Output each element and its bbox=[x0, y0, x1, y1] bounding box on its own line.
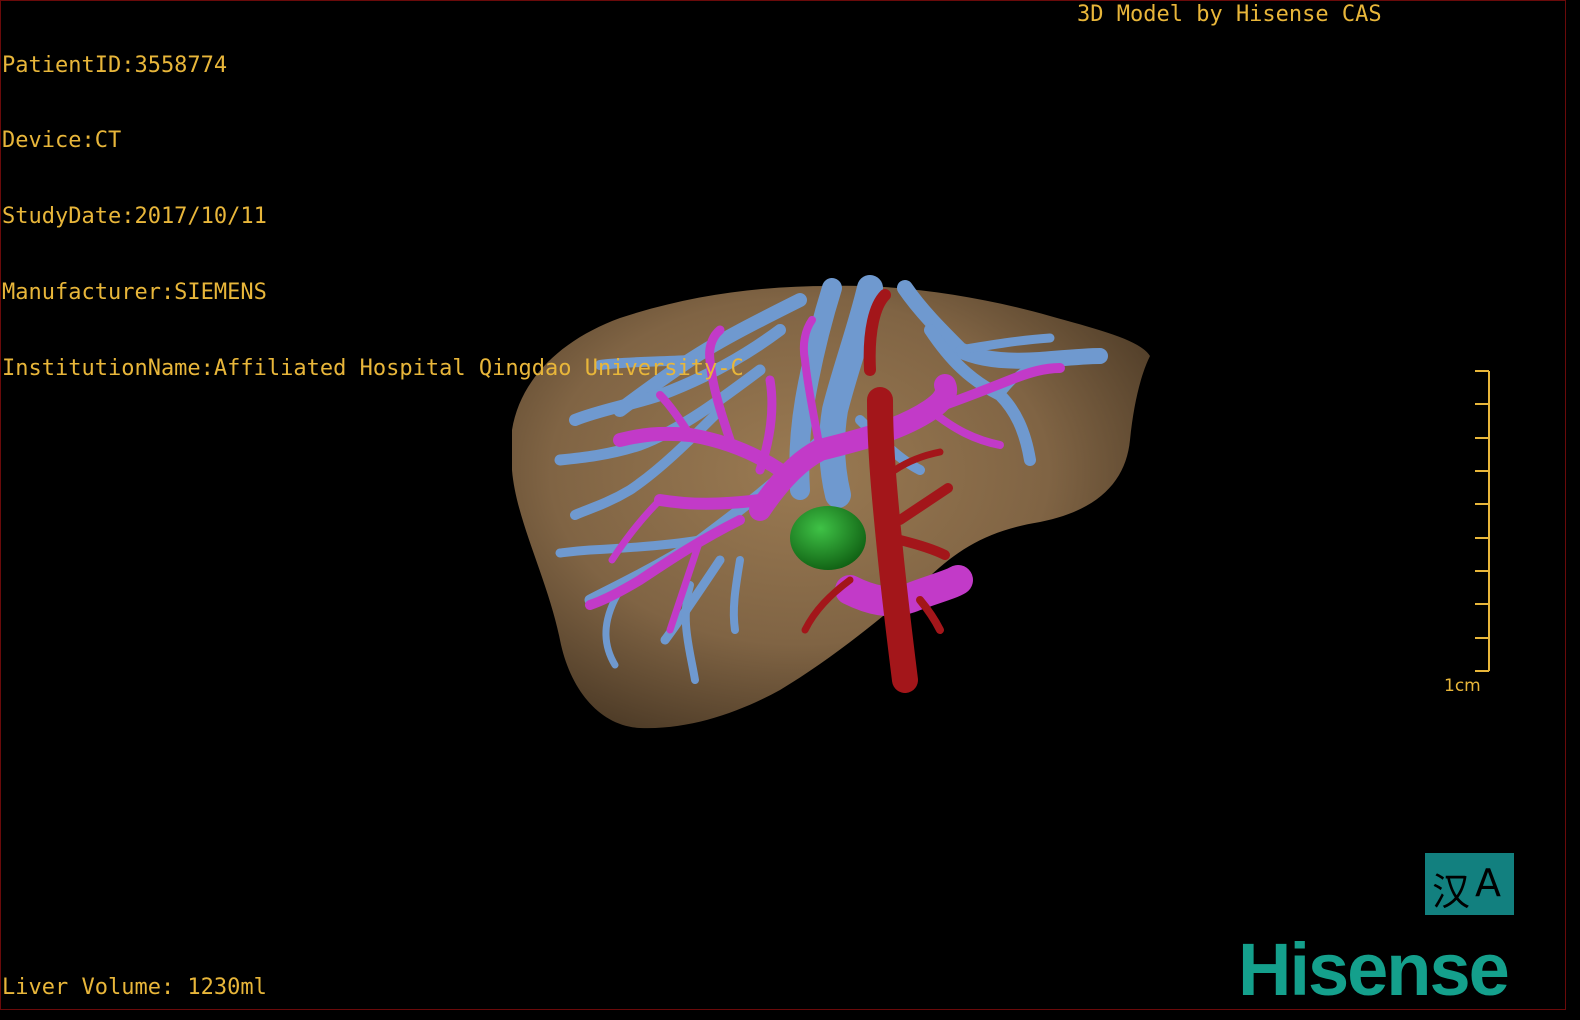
scale-bar-label: 1cm bbox=[1444, 676, 1481, 696]
manufacturer-text: Manufacturer:SIEMENS bbox=[2, 280, 267, 306]
patient-id-text: PatientID:3558774 bbox=[2, 52, 228, 78]
model-credit-text: 3D Model by Hisense CAS bbox=[1077, 2, 1382, 27]
dicom-info-overlay: PatientID:3558774 Device:CT StudyDate:20… bbox=[2, 2, 744, 407]
hisense-brand-logo: Hisense bbox=[1238, 928, 1510, 1011]
liver-volume-text: Liver Volume: 1230ml bbox=[2, 975, 267, 1000]
logo-glyph-right: A bbox=[1475, 861, 1501, 905]
device-text: Device:CT bbox=[2, 128, 122, 154]
tumor bbox=[790, 506, 866, 570]
study-date-text: StudyDate:2017/10/11 bbox=[2, 204, 267, 230]
language-logo-icon: 汉 A bbox=[1425, 853, 1514, 915]
institution-text: InstitutionName:Affiliated Hospital Qing… bbox=[2, 356, 744, 382]
logo-glyph-left: 汉 bbox=[1432, 870, 1471, 914]
scale-bar bbox=[1475, 370, 1490, 672]
